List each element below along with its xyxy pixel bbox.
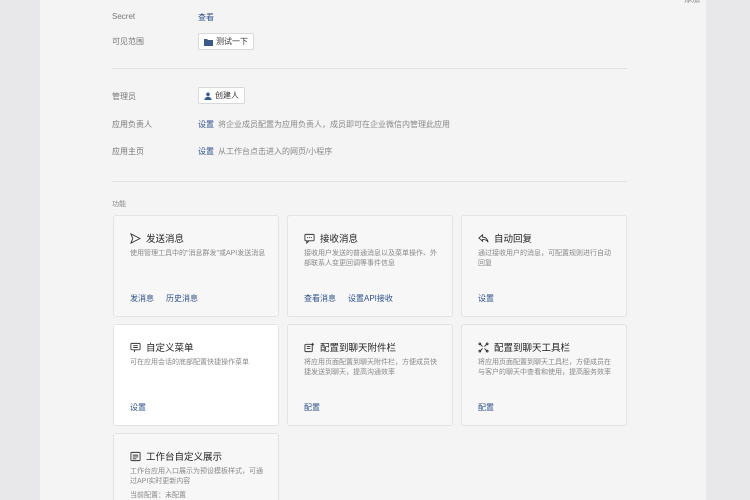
card-desc: 使用管理工具中的"消息群发"或API发送消息 (130, 250, 266, 257)
card-actions: 发消息 历史消息 (130, 293, 198, 304)
menu-icon (130, 342, 141, 352)
homepage-label: 应用主页 (112, 147, 144, 156)
card-footer-status: 当前配置：未配置 (130, 492, 186, 499)
card-title: 工作台自定义展示 (146, 452, 223, 463)
chat-attachment-config-link[interactable]: 配置 (304, 402, 320, 413)
homepage-desc: 从工作台点击进入的网页/小程序 (218, 147, 333, 156)
card-send-message[interactable]: 发送消息 使用管理工具中的"消息群发"或API发送消息 发消息 历史消息 (113, 215, 279, 317)
admin-chip[interactable]: 创建人 (198, 87, 245, 104)
auto-reply-set-link[interactable]: 设置 (478, 293, 494, 304)
card-title-row: 发送消息 (130, 231, 184, 245)
folder-icon (204, 38, 213, 46)
reply-icon (478, 233, 489, 242)
secret-label: Secret (112, 12, 136, 21)
card-receive-message[interactable]: 接收消息 接收用户发送的普通消息以及菜单操作、外部联系人变更回调等事件信息 查看… (287, 215, 453, 317)
card-custom-menu[interactable]: 自定义菜单 可在应用会话的底部配置快捷操作菜单 设置 (113, 324, 279, 426)
card-title: 接收消息 (320, 234, 359, 245)
workbench-icon (130, 451, 141, 461)
card-title: 自定义菜单 (146, 343, 194, 354)
card-actions: 设置 (130, 402, 146, 413)
card-title-row: 工作台自定义展示 (130, 449, 222, 463)
visibility-chip[interactable]: 测试一下 (198, 33, 254, 50)
admin-chip-label: 创建人 (215, 91, 239, 100)
card-desc: 工作台应用入口展示为预设模板样式，可通过API实时更新内容 (130, 468, 263, 485)
divider (112, 68, 627, 69)
custom-menu-set-link[interactable]: 设置 (130, 402, 146, 413)
visibility-label: 可见范围 (112, 37, 144, 46)
card-desc: 将应用页面配置到聊天工具栏，方便成员在与客户的聊天中查看和使用，提高服务效率 (478, 359, 611, 376)
card-title: 发送消息 (146, 234, 185, 245)
card-actions: 配置 (478, 402, 494, 413)
visibility-value: 测试一下 (198, 33, 254, 50)
card-title: 配置到聊天附件栏 (320, 343, 397, 354)
card-title-row: 自定义菜单 (130, 340, 194, 354)
toolbar-icon (478, 341, 489, 353)
chat-icon (304, 233, 315, 244)
card-actions: 查看消息 设置API接收 (304, 293, 393, 304)
card-chat-toolbar[interactable]: 配置到聊天工具栏 将应用页面配置到聊天工具栏，方便成员在与客户的聊天中查看和使用… (461, 324, 627, 426)
card-title-row: 配置到聊天附件栏 (304, 340, 396, 354)
card-workbench-display[interactable]: 工作台自定义展示 工作台应用入口展示为预设模板样式，可通过API实时更新内容 当… (113, 433, 279, 500)
card-auto-reply[interactable]: 自动回复 通过接收用户的消息，可配置规则进行自动回复 设置 (461, 215, 627, 317)
card-chat-attachment[interactable]: 配置到聊天附件栏 将应用页面配置到聊天附件栏，方便成员快捷发送到聊天，提高沟通效… (287, 324, 453, 426)
secret-view-link[interactable]: 查看 (198, 12, 214, 23)
homepage-value: 设置 从工作台点击进入的网页/小程序 (198, 146, 332, 157)
app-detail-panel: 添加 Secret 查看 可见范围 测试一下 管理员 创建人 应用负责人 设置 … (40, 0, 706, 500)
view-messages-link[interactable]: 查看消息 (304, 293, 336, 304)
attachment-icon (304, 342, 315, 352)
owner-desc: 将企业成员配置为应用负责人，成员即可在企业微信内管理此应用 (218, 120, 450, 129)
card-desc: 将应用页面配置到聊天附件栏，方便成员快捷发送到聊天，提高沟通效率 (304, 359, 437, 376)
owner-set-link[interactable]: 设置 (198, 119, 214, 130)
card-desc: 可在应用会话的底部配置快捷操作菜单 (130, 359, 249, 366)
history-message-link[interactable]: 历史消息 (166, 293, 198, 304)
card-title-row: 配置到聊天工具栏 (478, 340, 570, 354)
send-icon (130, 232, 141, 244)
card-actions: 设置 (478, 293, 494, 304)
card-title: 配置到聊天工具栏 (494, 343, 571, 354)
section-label: 功能 (112, 201, 126, 208)
visibility-chip-label: 测试一下 (216, 37, 248, 46)
owner-label: 应用负责人 (112, 120, 152, 129)
admin-label: 管理员 (112, 92, 136, 101)
chat-toolbar-config-link[interactable]: 配置 (478, 402, 494, 413)
divider (112, 181, 627, 182)
card-actions: 配置 (304, 402, 320, 413)
secret-value: 查看 (198, 12, 214, 23)
top-right-text: 添加 (684, 0, 700, 5)
send-message-link[interactable]: 发消息 (130, 293, 154, 304)
owner-value: 设置 将企业成员配置为应用负责人，成员即可在企业微信内管理此应用 (198, 119, 450, 130)
user-icon (204, 92, 212, 100)
card-desc: 通过接收用户的消息，可配置规则进行自动回复 (478, 250, 611, 267)
set-api-receive-link[interactable]: 设置API接收 (348, 293, 393, 304)
card-desc: 接收用户发送的普通消息以及菜单操作、外部联系人变更回调等事件信息 (304, 250, 437, 267)
card-title: 自动回复 (494, 234, 533, 245)
homepage-set-link[interactable]: 设置 (198, 146, 214, 157)
card-title-row: 接收消息 (304, 231, 358, 245)
card-title-row: 自动回复 (478, 231, 532, 245)
admin-value: 创建人 (198, 87, 245, 104)
